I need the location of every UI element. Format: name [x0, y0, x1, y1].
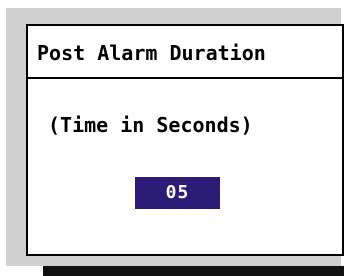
duration-value-field[interactable]: 05	[135, 177, 220, 209]
dialog-title: Post Alarm Duration	[37, 41, 266, 65]
panel-background: Post Alarm Duration (Time in Seconds) 05	[6, 8, 344, 266]
time-unit-label: (Time in Seconds)	[48, 113, 253, 137]
post-alarm-duration-dialog: Post Alarm Duration (Time in Seconds) 05	[26, 24, 344, 256]
footer-bar	[43, 266, 344, 276]
screen-background: Post Alarm Duration (Time in Seconds) 05	[0, 0, 344, 276]
dialog-title-bar: Post Alarm Duration	[28, 26, 342, 79]
